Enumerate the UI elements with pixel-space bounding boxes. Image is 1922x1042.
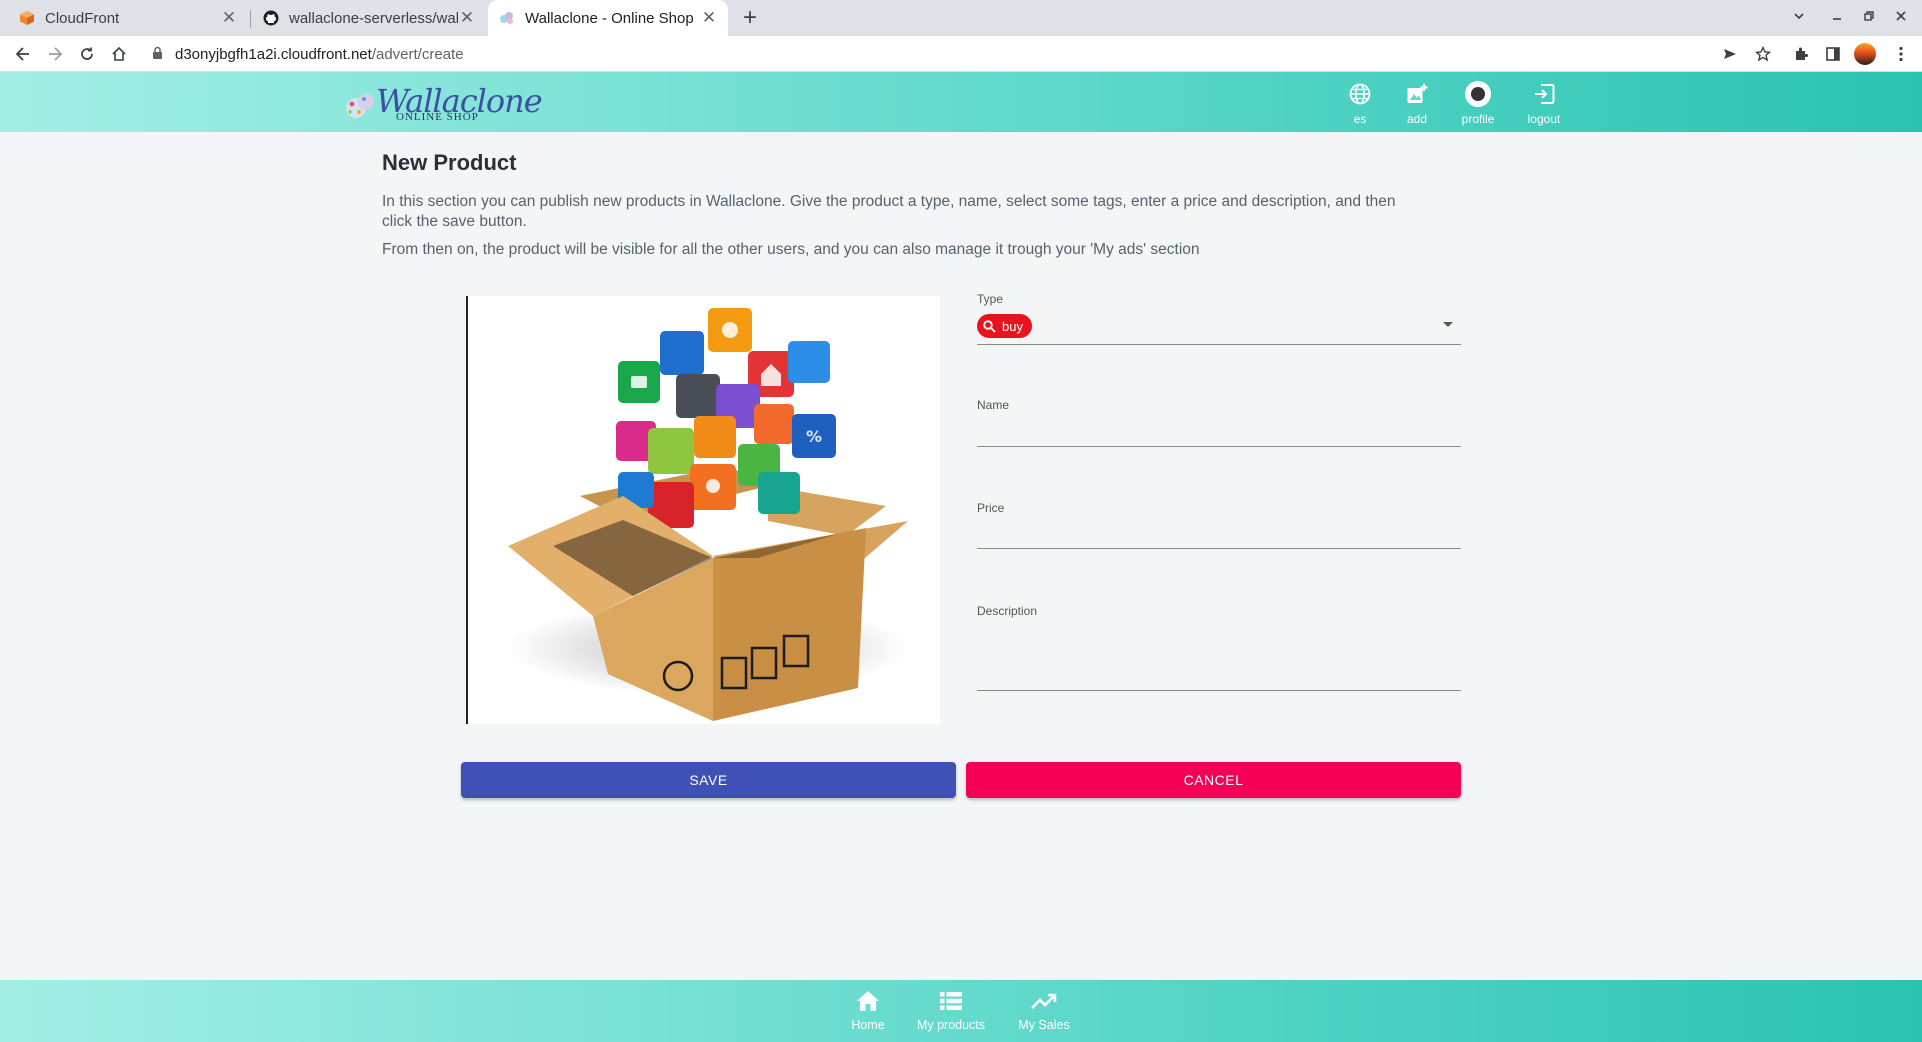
logout-button[interactable]: logout: [1514, 80, 1574, 128]
save-button[interactable]: SAVE: [461, 762, 956, 798]
side-panel-icon[interactable]: [1818, 39, 1848, 69]
type-underline: [977, 344, 1461, 345]
address-bar[interactable]: d3onyjbgfh1a2i.cloudfront.net/advert/cre…: [140, 39, 1730, 69]
price-input[interactable]: [977, 548, 1461, 549]
minimize-icon[interactable]: [1824, 6, 1850, 30]
send-icon[interactable]: [1715, 39, 1745, 69]
avatar-icon: [1465, 80, 1491, 108]
search-icon: [983, 319, 996, 333]
product-image-upload[interactable]: %: [466, 296, 940, 724]
list-icon: [939, 988, 963, 1014]
main-content: New Product In this section you can publ…: [0, 132, 1922, 980]
tab-search-icon[interactable]: [1786, 6, 1812, 30]
browser-tab-cloudfront[interactable]: CloudFront ✕: [8, 0, 248, 36]
bottom-navigation: Home My products My Sales: [0, 980, 1922, 1042]
profile-button[interactable]: profile: [1448, 80, 1508, 128]
description-input[interactable]: [977, 690, 1461, 691]
reload-icon[interactable]: [72, 39, 102, 69]
nav-home[interactable]: Home: [823, 988, 913, 1036]
forward-icon[interactable]: [40, 39, 70, 69]
type-label: Type: [977, 292, 1004, 306]
svg-text:%: %: [806, 427, 822, 446]
bookmark-star-icon[interactable]: [1748, 39, 1778, 69]
close-window-icon[interactable]: [1888, 6, 1914, 30]
logo-subtitle: ONLINE SHOP: [396, 111, 479, 123]
new-tab-button[interactable]: +: [736, 4, 764, 32]
product-image: %: [508, 308, 908, 721]
browser-tab-bar: CloudFront ✕ wallaclone-serverless/walla…: [0, 0, 1922, 36]
logout-icon: [1533, 80, 1555, 108]
add-product-button[interactable]: add: [1387, 80, 1447, 128]
home-browser-icon[interactable]: [104, 39, 134, 69]
nav-my-sales[interactable]: My Sales: [999, 988, 1089, 1036]
github-icon: [262, 10, 279, 27]
tab-separator: [250, 10, 251, 28]
wallaclone-logo[interactable]: Wallaclone ONLINE SHOP: [344, 82, 543, 124]
wallaclone-favicon: [498, 10, 515, 27]
cancel-button[interactable]: CANCEL: [966, 762, 1461, 798]
url-path: /advert/create: [371, 45, 464, 63]
browser-tab-github[interactable]: wallaclone-serverless/wallaclone ✕: [252, 0, 486, 36]
language-button[interactable]: es: [1330, 80, 1390, 128]
back-icon[interactable]: [8, 39, 38, 69]
close-tab-icon[interactable]: ✕: [700, 8, 718, 28]
browser-toolbar: d3onyjbgfh1a2i.cloudfront.net/advert/cre…: [0, 36, 1922, 72]
aws-cube-icon: [18, 10, 35, 27]
name-input[interactable]: [977, 446, 1461, 447]
globe-icon: [1349, 80, 1371, 108]
name-label: Name: [977, 398, 1010, 412]
type-select[interactable]: buy: [977, 314, 1032, 338]
url-host: d3onyjbgfh1a2i.cloudfront.net: [175, 45, 372, 63]
restore-icon[interactable]: [1856, 6, 1882, 30]
close-tab-icon[interactable]: ✕: [458, 8, 476, 28]
browser-menu-icon[interactable]: [1886, 39, 1916, 69]
add-photo-icon: [1406, 80, 1428, 108]
home-icon: [856, 988, 880, 1014]
lock-icon: [152, 46, 166, 63]
price-label: Price: [977, 501, 1005, 515]
type-chip-label: buy: [1002, 318, 1023, 334]
intro-paragraph: In this section you can publish new prod…: [382, 193, 1396, 230]
description-label: Description: [977, 604, 1038, 618]
page-title: New Product: [382, 150, 517, 175]
intro-paragraph-2: From then on, the product will be visibl…: [382, 241, 1200, 258]
browser-tab-wallaclone[interactable]: Wallaclone - Online Shop ✕: [488, 0, 728, 36]
close-tab-icon[interactable]: ✕: [220, 8, 238, 28]
nav-my-products[interactable]: My products: [906, 988, 996, 1036]
dropdown-arrow-icon[interactable]: [1443, 322, 1453, 327]
app-header: Wallaclone ONLINE SHOP es add profile lo…: [0, 72, 1922, 132]
profile-avatar-icon[interactable]: [1850, 39, 1880, 69]
extensions-icon[interactable]: [1786, 39, 1816, 69]
trending-up-icon: [1031, 988, 1057, 1014]
